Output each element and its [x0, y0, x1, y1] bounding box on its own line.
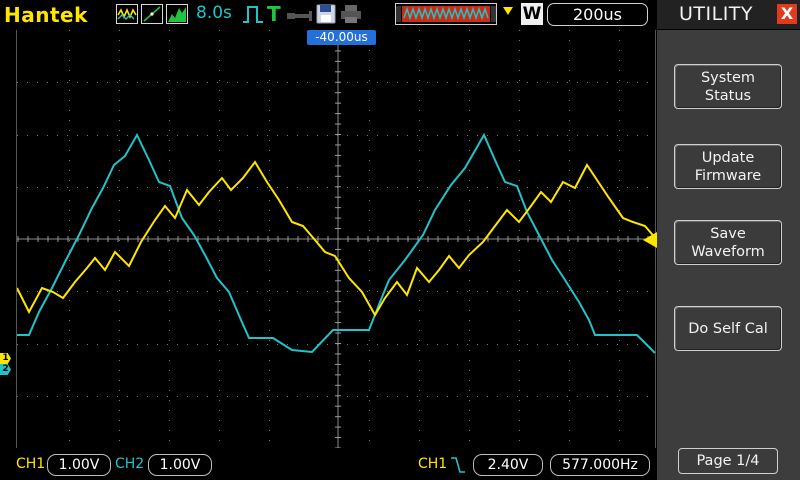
menu-title-bar: UTILITY X	[657, 0, 800, 29]
top-status-bar: Hantek 8.0s T W 200us	[0, 0, 657, 30]
save-disk-icon[interactable]	[316, 4, 336, 28]
pulse-trigger-icon[interactable]	[242, 4, 264, 28]
ch1-scale[interactable]: 1.00V	[47, 454, 111, 476]
trigger-position-marker	[503, 6, 513, 25]
waveform-icon[interactable]	[116, 4, 138, 24]
persist-time: 8.0s	[196, 3, 232, 23]
utility-menu: UTILITY X System Status Update Firmware …	[657, 0, 800, 480]
trigger-mode-indicator: T	[267, 2, 281, 26]
trigger-level-marker[interactable]	[643, 232, 657, 252]
timebase-value: 200us	[547, 3, 648, 26]
frequency-readout: 577.000Hz	[550, 454, 650, 476]
trigger-source-label[interactable]: CH1	[418, 456, 447, 472]
menu-panel: System Status Update Firmware Save Wavef…	[657, 30, 800, 480]
memory-sweep-indicator	[395, 3, 497, 25]
brand-logo: Hantek	[4, 3, 88, 27]
ch2-scale[interactable]: 1.00V	[148, 454, 212, 476]
close-menu-button[interactable]: X	[777, 4, 797, 24]
window-badge: W	[521, 3, 543, 25]
self-calibration-button[interactable]: Do Self Cal	[674, 306, 782, 351]
graticule	[17, 30, 657, 448]
ch2-waveform	[17, 132, 656, 354]
horizontal-position-marker[interactable]: -40.00us	[307, 30, 376, 45]
page-indicator-button[interactable]: Page 1/4	[678, 448, 778, 474]
menu-title: UTILITY	[679, 3, 754, 25]
xy-mode-icon[interactable]	[141, 4, 163, 24]
usb-plug-icon	[287, 8, 313, 27]
rising-edge-icon	[450, 456, 466, 478]
ch2-label[interactable]: CH2	[115, 456, 144, 472]
ch2-ground-marker[interactable]: 2	[0, 364, 11, 375]
ch1-label[interactable]: CH1	[16, 456, 45, 472]
bottom-status-bar: CH1 1.00V CH2 1.00V CH1 2.40V 577.000Hz	[0, 450, 657, 480]
trigger-level-value[interactable]: 2.40V	[473, 454, 543, 476]
save-waveform-button[interactable]: Save Waveform	[674, 220, 782, 265]
spectrum-icon[interactable]	[166, 4, 188, 24]
printer-icon[interactable]	[340, 5, 362, 27]
update-firmware-button[interactable]: Update Firmware	[674, 144, 782, 189]
system-status-button[interactable]: System Status	[674, 64, 782, 109]
ch1-ground-marker[interactable]: 1	[0, 353, 11, 364]
waveform-display[interactable]	[16, 30, 657, 448]
